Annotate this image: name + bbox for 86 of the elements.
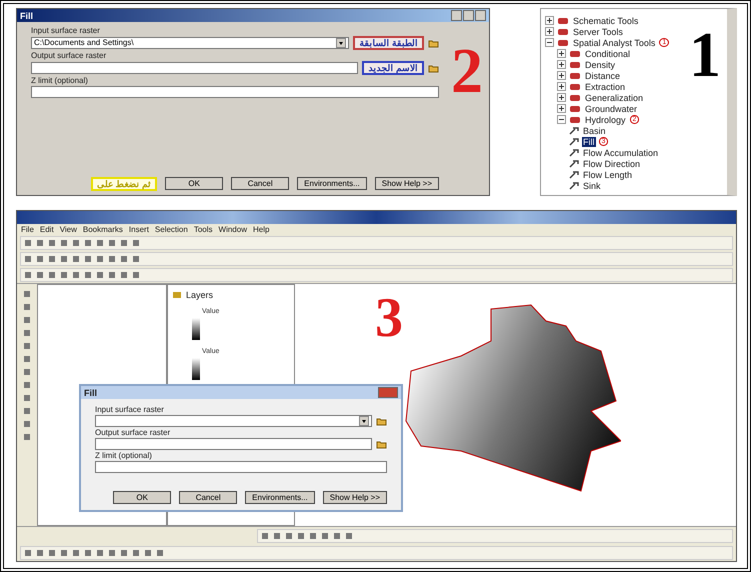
tree-item[interactable]: Sink xyxy=(582,180,602,190)
dropdown-caret-icon[interactable] xyxy=(359,416,369,426)
legend-ramp xyxy=(192,318,200,340)
tree-item[interactable]: Fill xyxy=(582,136,596,146)
toolbox-icon xyxy=(569,72,581,80)
field-label: Output surface raster xyxy=(31,51,108,60)
toolbox-icon xyxy=(569,50,581,58)
tree-item[interactable]: Generalization xyxy=(584,92,644,102)
annotation-label: الطبقة السابقة xyxy=(353,36,424,50)
close-button[interactable] xyxy=(475,10,486,21)
menu-item[interactable]: Selection xyxy=(154,225,188,234)
input-field[interactable] xyxy=(31,62,358,74)
dialog-button[interactable]: Environments... xyxy=(245,491,315,504)
tree-item[interactable]: Basin xyxy=(582,126,607,136)
menu-item[interactable]: View xyxy=(60,225,77,234)
dialog-button[interactable]: Show Help >> xyxy=(322,491,387,504)
toolbox-icon xyxy=(569,116,581,124)
expander-icon[interactable] xyxy=(557,93,566,102)
step-number: 2 xyxy=(451,39,483,103)
field-label: Z limit (optional) xyxy=(31,76,89,85)
dialog-button[interactable]: OK xyxy=(165,177,224,190)
step-number: 3 xyxy=(375,290,403,346)
input-field[interactable]: C:\Documents and Settings\ xyxy=(31,37,350,49)
tree-item[interactable]: Hydrology xyxy=(584,114,627,124)
menu-item[interactable]: Help xyxy=(252,225,270,234)
menu-item[interactable]: Bookmarks xyxy=(82,225,123,234)
tree-item[interactable]: Flow Direction xyxy=(582,158,642,168)
expander-icon[interactable] xyxy=(545,38,554,47)
dropdown-caret-icon[interactable] xyxy=(336,38,346,48)
tree-item[interactable]: Conditional xyxy=(584,48,632,58)
tree-item[interactable]: Flow Accumulation xyxy=(582,148,660,158)
dialog-title: Fill xyxy=(20,10,33,20)
annotation-label: ثم نضغط على xyxy=(91,177,158,191)
menu-item[interactable]: Tools xyxy=(194,225,213,234)
input-field[interactable] xyxy=(31,86,439,98)
toolbox-icon xyxy=(557,28,569,36)
tree-item[interactable]: Server Tools xyxy=(572,26,624,36)
expander-icon[interactable] xyxy=(545,27,554,36)
layer-group[interactable]: Layers xyxy=(185,290,214,300)
field-label: Input surface raster xyxy=(31,26,101,35)
expander-icon[interactable] xyxy=(557,82,566,91)
expander-icon[interactable] xyxy=(557,104,566,113)
toolbox-icon xyxy=(569,60,581,68)
tree-item[interactable]: Spatial Analyst Tools xyxy=(572,38,656,48)
menu-item[interactable]: Insert xyxy=(128,225,149,234)
dialog-button[interactable]: Cancel xyxy=(179,491,238,504)
step-number: 1 xyxy=(689,23,721,87)
toolbox-icon xyxy=(569,104,581,112)
tree-item[interactable]: Groundwater xyxy=(584,104,638,114)
legend-ramp xyxy=(192,358,200,380)
dialog-title: Fill xyxy=(84,388,97,398)
folder-icon[interactable] xyxy=(376,439,387,449)
expander-icon[interactable] xyxy=(545,16,554,25)
folder-icon[interactable] xyxy=(428,63,439,73)
input-field[interactable] xyxy=(95,415,372,427)
menu-item[interactable]: File xyxy=(21,225,34,234)
tree-item[interactable]: Schematic Tools xyxy=(572,16,640,26)
expander-icon[interactable] xyxy=(557,60,566,69)
field-label: Output surface raster xyxy=(95,428,172,437)
menu-item[interactable]: Edit xyxy=(40,225,54,234)
toolbox-icon xyxy=(569,82,581,90)
dialog-button[interactable]: OK xyxy=(113,491,172,504)
menu-item[interactable]: Window xyxy=(218,225,247,234)
input-field[interactable] xyxy=(95,461,387,473)
field-label: Input surface raster xyxy=(95,405,165,414)
dialog-button[interactable]: Show Help >> xyxy=(374,177,439,190)
tree-item[interactable]: Density xyxy=(584,60,616,70)
folder-icon[interactable] xyxy=(428,38,439,48)
toolbox-icon xyxy=(557,38,569,46)
layers-icon xyxy=(172,290,182,298)
minimize-button[interactable] xyxy=(451,10,462,21)
folder-icon[interactable] xyxy=(376,416,387,426)
tree-item[interactable]: Extraction xyxy=(584,82,626,92)
toolbox-icon xyxy=(557,16,569,24)
dialog-button[interactable]: Cancel xyxy=(231,177,290,190)
field-label: Z limit (optional) xyxy=(95,451,153,460)
maximize-button[interactable] xyxy=(463,10,474,21)
expander-icon[interactable] xyxy=(557,49,566,58)
input-field[interactable] xyxy=(95,438,372,450)
expander-icon[interactable] xyxy=(557,71,566,80)
dialog-button[interactable]: Environments... xyxy=(297,177,367,190)
toolbox-icon xyxy=(569,94,581,102)
tree-item[interactable]: Flow Length xyxy=(582,170,634,180)
expander-icon[interactable] xyxy=(557,115,566,124)
tree-item[interactable]: Distance xyxy=(584,70,622,80)
annotation-label: الاسم الجديد xyxy=(362,61,424,75)
